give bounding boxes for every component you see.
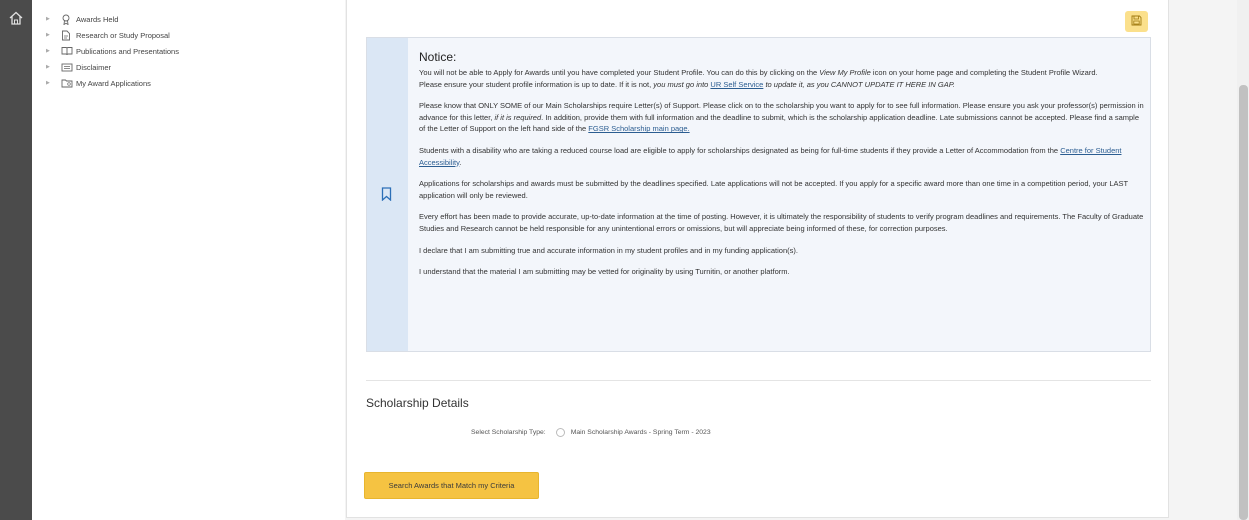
notice-accuracy-paragraph: Every effort has been made to provide ac… (419, 212, 1144, 233)
nav-item-label: Research or Study Proposal (76, 30, 170, 40)
section-divider (366, 380, 1151, 381)
scholarship-type-option-label[interactable]: Main Scholarship Awards - Spring Term - … (571, 429, 711, 436)
save-icon (1131, 14, 1142, 29)
notice-body: Notice: You will not be able to Apply fo… (419, 50, 1144, 278)
notice-emphasis: if it is required (494, 112, 542, 122)
home-icon[interactable] (7, 9, 25, 27)
notice-title: Notice: (419, 50, 457, 64)
navigation-tree: ▶ Awards Held ▶ Research or Study Propos… (32, 0, 345, 520)
nav-item-label: Publications and Presentations (76, 46, 179, 56)
nav-item-publications[interactable]: ▶ Publications and Presentations (32, 43, 345, 59)
notice-emphasis: to update it, as you CANNOT UPDATE IT HE… (763, 79, 955, 89)
notice-text: icon on your home page and completing th… (870, 68, 1098, 77)
expand-arrow-icon[interactable]: ▶ (46, 64, 54, 70)
folder-award-icon (61, 78, 73, 88)
ur-self-service-link[interactable]: UR Self Service (710, 80, 763, 89)
nav-item-my-award-applications[interactable]: ▶ My Award Applications (32, 75, 345, 91)
scholarship-details-title: Scholarship Details (366, 396, 469, 410)
notice-declaration-paragraph: I declare that I am submitting true and … (419, 245, 798, 255)
disclaimer-icon (61, 62, 73, 72)
open-book-icon (61, 46, 73, 56)
notice-panel: Notice: You will not be able to Apply fo… (366, 37, 1151, 352)
document-icon (61, 30, 73, 40)
nav-item-label: Disclaimer (76, 62, 112, 72)
notice-text: . (459, 157, 462, 167)
expand-arrow-icon[interactable]: ▶ (46, 32, 54, 38)
search-awards-button[interactable]: Search Awards that Match my Criteria (364, 472, 539, 499)
nav-item-label: Awards Held (76, 14, 119, 24)
notice-emphasis: you must go into (653, 79, 711, 89)
fgsr-scholarship-page-link[interactable]: FGSR Scholarship main page. (588, 124, 689, 133)
scholarship-type-row: Select Scholarship Type: Main Scholarshi… (471, 428, 711, 437)
nav-item-research-proposal[interactable]: ▶ Research or Study Proposal (32, 27, 345, 43)
scholarship-type-label: Select Scholarship Type: (471, 429, 546, 436)
expand-arrow-icon[interactable]: ▶ (46, 16, 54, 22)
save-button[interactable] (1125, 11, 1148, 32)
notice-emphasis: View My Profile (819, 68, 871, 77)
notice-text: Students with a disability who are takin… (419, 145, 1061, 155)
expand-arrow-icon[interactable]: ▶ (46, 48, 54, 54)
nav-item-awards-held[interactable]: ▶ Awards Held (32, 11, 345, 27)
notice-originality-paragraph: I understand that the material I am subm… (419, 267, 790, 277)
left-rail (0, 0, 32, 520)
bookmark-icon (381, 187, 392, 202)
notice-text: You will not be able to Apply for Awards… (419, 68, 820, 77)
nav-item-disclaimer[interactable]: ▶ Disclaimer (32, 59, 345, 75)
notice-deadlines-paragraph: Applications for scholarships and awards… (419, 179, 1129, 200)
nav-item-label: My Award Applications (76, 78, 151, 88)
scrollbar-thumb[interactable] (1239, 85, 1248, 520)
notice-text: Please ensure your student profile infor… (419, 79, 654, 89)
notice-strip (367, 38, 408, 351)
expand-arrow-icon[interactable]: ▶ (46, 80, 54, 86)
award-ribbon-icon (61, 14, 73, 25)
main-panel: Notice: You will not be able to Apply fo… (346, 0, 1169, 518)
scholarship-type-radio[interactable] (555, 428, 565, 437)
